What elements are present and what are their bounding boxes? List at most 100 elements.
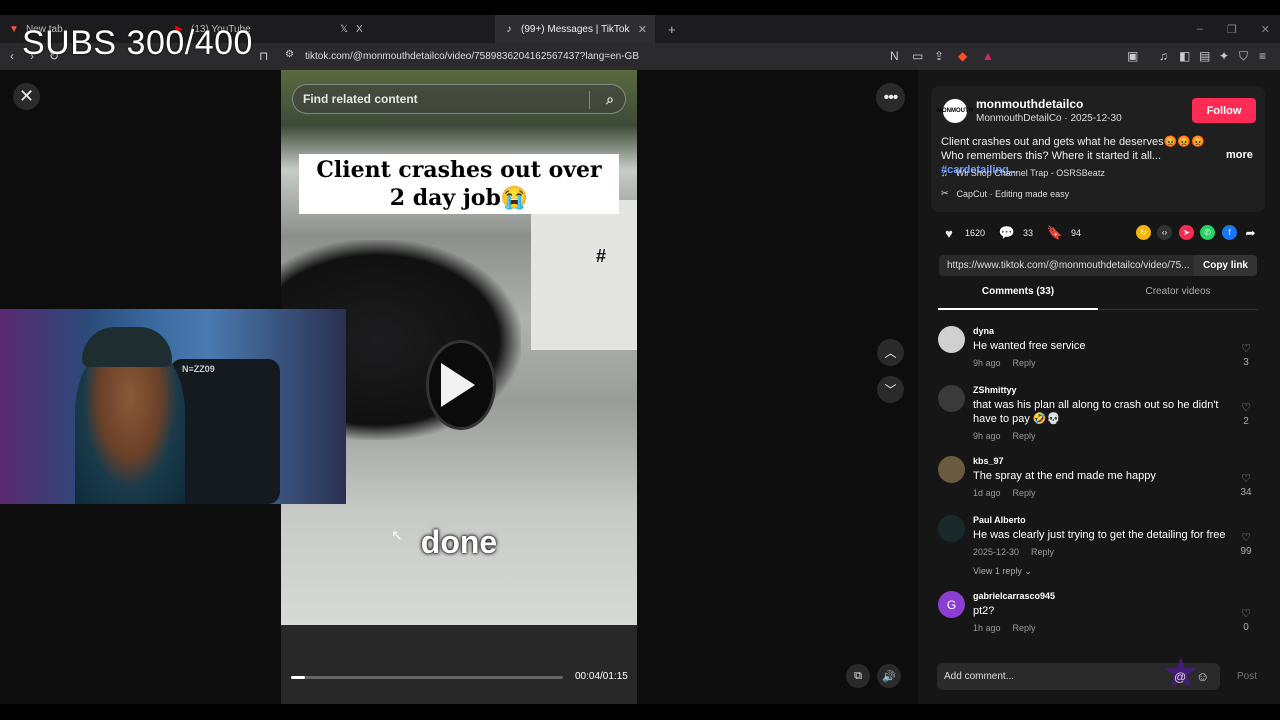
comment-item: G gabrielcarrasco945 pt2? 1h ago Reply ♡… <box>938 591 1258 641</box>
comment-time: 9h ago <box>973 358 1001 368</box>
save-stat[interactable]: 🔖 94 <box>1047 225 1081 241</box>
previous-video-button[interactable]: ︿ <box>877 339 904 366</box>
url-field[interactable]: tiktok.com/@monmouthdetailco/video/75898… <box>305 51 639 62</box>
video-progress-bar[interactable] <box>291 676 563 679</box>
play-icon[interactable] <box>441 363 475 407</box>
translate-icon[interactable]: N <box>890 49 899 63</box>
comment-stat[interactable]: 💬 33 <box>999 225 1033 241</box>
reply-button[interactable]: Reply <box>1031 547 1054 557</box>
reply-button[interactable]: Reply <box>1013 623 1036 633</box>
close-video-button[interactable]: ✕ <box>13 83 40 110</box>
video-caption: Client crashes out over 2 day job😭 <box>299 154 619 214</box>
brave-rewards-icon[interactable]: ▲ <box>982 49 994 63</box>
comment-heart-icon[interactable]: ♡ <box>1240 401 1252 414</box>
comment-like-count: 2 <box>1243 416 1249 427</box>
mention-icon[interactable]: @ <box>1174 670 1186 684</box>
repost-icon[interactable]: ↻ <box>1136 225 1151 240</box>
commenter-avatar[interactable] <box>938 326 965 353</box>
comment-heart-icon[interactable]: ♡ <box>1240 342 1252 355</box>
commenter-name[interactable]: ZShmittyy <box>973 385 1017 395</box>
send-icon[interactable]: ➤ <box>1179 225 1194 240</box>
search-icon[interactable]: ⌕ <box>606 91 614 108</box>
heart-icon: ♥ <box>945 225 953 241</box>
like-stat[interactable]: ♥ 1620 <box>941 225 985 241</box>
wallet-icon[interactable]: ▤ <box>1199 49 1210 63</box>
whatsapp-icon[interactable]: ✆ <box>1200 225 1215 240</box>
share-arrow-icon[interactable]: ➦ <box>1243 225 1258 240</box>
reply-button[interactable]: Reply <box>1013 358 1036 368</box>
cast-icon[interactable]: ▭ <box>912 49 923 63</box>
related-search-input[interactable]: Find related content ⌕ <box>292 84 626 114</box>
more-dots-icon: ••• <box>883 88 899 106</box>
brave-shield-icon[interactable]: ◆ <box>958 49 967 63</box>
embed-icon[interactable]: ‹› <box>1157 225 1172 240</box>
reply-button[interactable]: Reply <box>1013 431 1036 441</box>
site-info-icon[interactable]: ⚙ <box>285 49 294 60</box>
menu-icon[interactable]: ≡ <box>1259 49 1266 63</box>
more-options-button[interactable]: ••• <box>876 83 905 112</box>
view-replies-button[interactable]: View 1 reply ⌄ <box>973 566 1032 577</box>
chair-logo: N≡ZZ09 <box>182 364 215 374</box>
capcut-icon: ✂ <box>941 188 949 198</box>
commenter-avatar[interactable] <box>938 456 965 483</box>
music-link[interactable]: ♫ Wii Shop Channel Trap - OSRSBeatz <box>941 168 1105 178</box>
commenter-name[interactable]: kbs_97 <box>973 456 1004 466</box>
author-username[interactable]: monmouthdetailco <box>976 97 1083 111</box>
commenter-avatar[interactable] <box>938 515 965 542</box>
more-description-button[interactable]: more <box>1226 149 1253 161</box>
commenter-name[interactable]: Paul Alberto <box>973 515 1026 525</box>
search-divider <box>589 91 590 109</box>
description-text: Client crashes out and gets what he dese… <box>941 136 1205 162</box>
commenter-name[interactable]: gabrielcarrasco945 <box>973 591 1055 601</box>
streamer-cap <box>82 327 172 367</box>
comment-heart-icon[interactable]: ♡ <box>1240 607 1252 620</box>
author-avatar[interactable]: MONMOUTH <box>937 97 973 125</box>
tab-tiktok[interactable]: ♪ (99+) Messages | TikTok ✕ <box>495 15 655 43</box>
share-icon[interactable]: ⇪ <box>934 49 944 63</box>
music-icon[interactable]: ♫ <box>1159 49 1168 63</box>
close-icon: ✕ <box>18 86 35 106</box>
reader-icon[interactable]: ▣ <box>1127 49 1138 63</box>
new-tab-button[interactable]: + <box>660 15 680 43</box>
video-overlay-word: done <box>420 524 498 560</box>
commenter-avatar[interactable] <box>938 385 965 412</box>
chevron-down-icon: ﹀ <box>884 383 897 397</box>
comment-time: 1d ago <box>973 488 1001 498</box>
hash-mark: # <box>596 246 607 266</box>
active-tab-underline <box>938 308 1098 310</box>
comment-text: pt2? <box>973 605 995 617</box>
commenter-name[interactable]: dyna <box>973 326 994 336</box>
close-tab-icon[interactable]: ✕ <box>638 23 647 36</box>
comment-item: ZShmittyy that was his plan all along to… <box>938 385 1258 445</box>
comment-heart-icon[interactable]: ♡ <box>1240 531 1252 544</box>
comment-text: The spray at the end made me happy <box>973 470 1156 482</box>
next-video-button[interactable]: ﹀ <box>877 376 904 403</box>
volume-button[interactable]: 🔊 <box>877 664 901 688</box>
tab-x[interactable]: 𝕏 X <box>330 15 495 43</box>
reply-button[interactable]: Reply <box>1013 488 1036 498</box>
commenter-avatar[interactable]: G <box>938 591 965 618</box>
tab-creator-videos[interactable]: Creator videos <box>1098 286 1258 297</box>
tab-comments[interactable]: Comments (33) <box>938 286 1098 297</box>
minimize-button[interactable]: – <box>1197 23 1203 35</box>
bookmark-icon[interactable]: ⊓ <box>259 49 268 63</box>
maximize-button[interactable]: ❐ <box>1227 23 1237 36</box>
copy-link-button[interactable]: Copy link <box>1194 255 1257 276</box>
search-placeholder: Find related content <box>303 92 418 106</box>
capcut-link[interactable]: ✂ CapCut · Editing made easy <box>941 188 1069 199</box>
comment-heart-icon[interactable]: ♡ <box>1240 472 1252 485</box>
post-comment-button[interactable]: Post <box>1237 671 1257 682</box>
facebook-icon[interactable]: f <box>1222 225 1237 240</box>
volume-icon: 🔊 <box>882 670 896 683</box>
emoji-icon[interactable]: ☺ <box>1196 669 1209 684</box>
leo-icon[interactable]: ✦ <box>1219 49 1229 63</box>
sidebar-icon[interactable]: ◧ <box>1179 49 1190 63</box>
vpn-icon[interactable]: ⛉ <box>1239 49 1248 64</box>
add-comment-placeholder: Add comment... <box>944 671 1015 682</box>
back-icon[interactable]: ‹ <box>10 49 14 63</box>
comment-like-count: 99 <box>1240 546 1252 557</box>
comment-item: kbs_97 The spray at the end made me happ… <box>938 456 1258 506</box>
floating-player-button[interactable]: ⧉ <box>846 664 870 688</box>
follow-button[interactable]: Follow <box>1192 98 1256 123</box>
close-window-button[interactable]: ✕ <box>1261 23 1270 36</box>
